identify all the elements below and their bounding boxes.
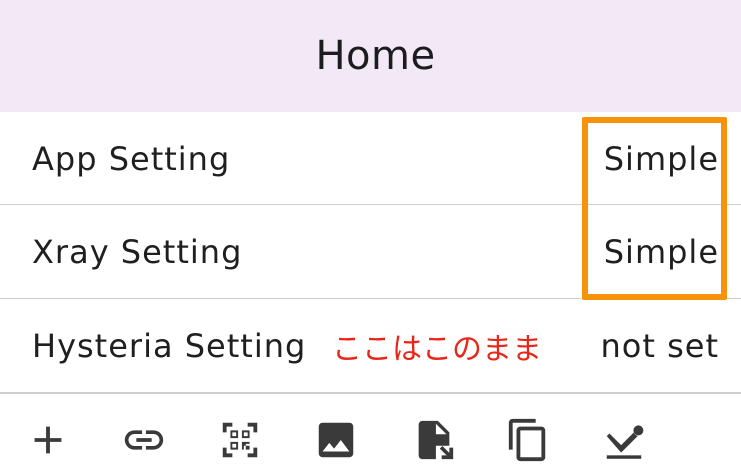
setting-label: App Setting xyxy=(32,139,231,178)
image-icon xyxy=(318,422,354,458)
setting-row-xray[interactable]: Xray Setting Simple xyxy=(0,205,741,298)
add-button[interactable] xyxy=(24,416,72,464)
annotation-note: ここはこのまま xyxy=(332,331,542,367)
copy-icon xyxy=(508,418,546,462)
add-icon xyxy=(34,426,62,454)
setting-row-app[interactable]: App Setting Simple xyxy=(0,112,741,205)
setting-value: Simple xyxy=(603,139,719,178)
link-button[interactable] xyxy=(120,416,168,464)
link-icon xyxy=(124,430,164,450)
app-bar: Home xyxy=(0,0,741,112)
page-title: Home xyxy=(315,33,436,79)
setting-label: Hysteria Setting xyxy=(32,326,307,365)
setting-value: Simple xyxy=(603,232,719,271)
setting-row-hysteria[interactable]: Hysteria Setting ここはこのまま not set xyxy=(0,299,741,392)
setting-value: not set xyxy=(600,326,719,365)
file-import-button[interactable] xyxy=(410,416,458,464)
qr-scan-button[interactable] xyxy=(216,416,264,464)
file-import-icon xyxy=(418,420,454,460)
image-import-button[interactable] xyxy=(312,416,360,464)
qr-code-scanner-icon xyxy=(222,422,258,458)
setting-label: Xray Setting xyxy=(32,232,243,271)
speed-test-button[interactable] xyxy=(600,416,648,464)
bottom-toolbar xyxy=(0,394,741,473)
chart-download-icon xyxy=(606,425,644,459)
home-screen: Home App Setting Simple Xray Setting Sim… xyxy=(0,0,741,473)
copy-button[interactable] xyxy=(504,416,552,464)
